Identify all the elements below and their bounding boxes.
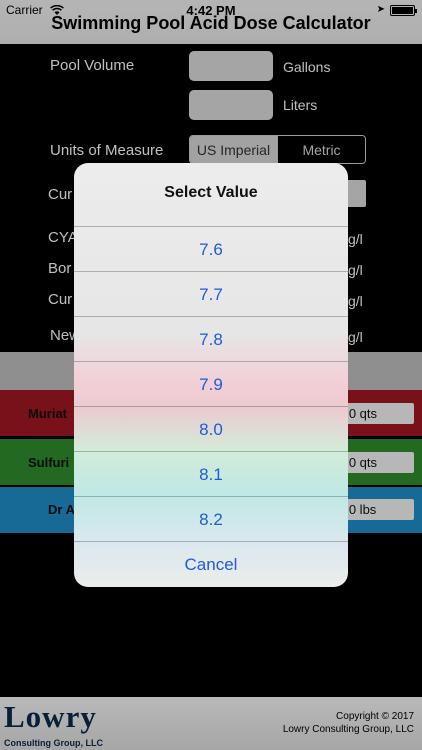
picker-option-7-8[interactable]: 7.8: [74, 317, 348, 362]
select-value-picker: Select Value 7.6 7.7 7.8 7.9 8.0 8.1 8.2…: [74, 163, 348, 587]
picker-option-8-0[interactable]: 8.0: [74, 407, 348, 452]
picker-option-8-2[interactable]: 8.2: [74, 497, 348, 542]
picker-option-7-7[interactable]: 7.7: [74, 272, 348, 317]
picker-option-7-9[interactable]: 7.9: [74, 362, 348, 407]
picker-title: Select Value: [74, 163, 348, 227]
picker-cancel-button[interactable]: Cancel: [74, 543, 348, 587]
picker-option-8-1[interactable]: 8.1: [74, 452, 348, 497]
picker-option-7-6[interactable]: 7.6: [74, 227, 348, 272]
